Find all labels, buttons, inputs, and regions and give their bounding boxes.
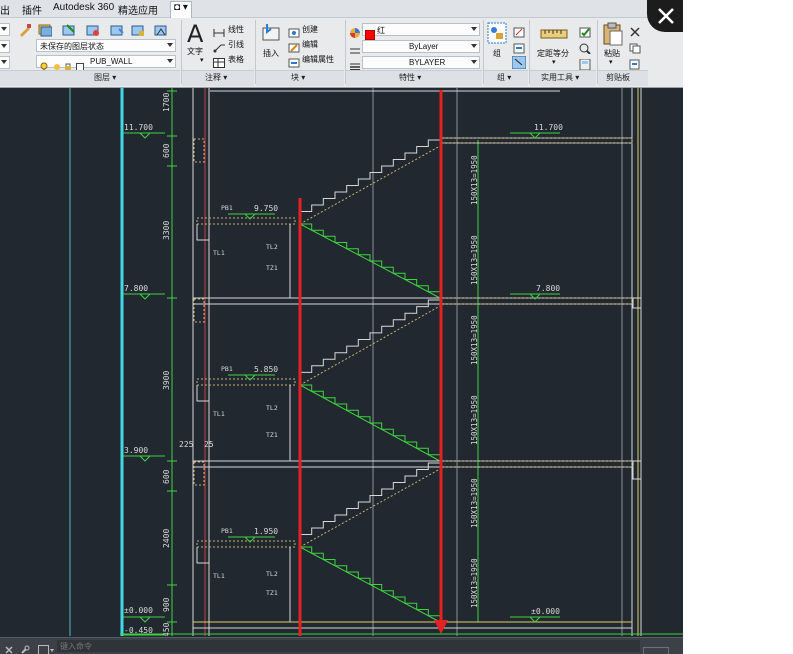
insert-label[interactable]: 插入 (263, 48, 279, 59)
flight-dim-6: 150X13=1950 (470, 558, 479, 608)
tab-autodesk360[interactable]: Autodesk 360 (53, 2, 114, 13)
annotation-panel-title[interactable]: 注释 ▾ (205, 72, 227, 83)
elev-11700-left: 11.700 (124, 123, 153, 132)
measure-icon[interactable] (540, 24, 568, 48)
dim-3300: 3300 (162, 221, 171, 240)
ribbon-tabs: 出 插件 Autodesk 360 精选应用 ◘ ▾ (0, 0, 683, 18)
ribbon: 出 插件 Autodesk 360 精选应用 ◘ ▾ 未保存的图层状态 PUB_… (0, 0, 683, 88)
layers-panel-bar (0, 70, 180, 86)
page-background (683, 0, 793, 654)
elev-3900: 3.900 (124, 446, 148, 455)
layer-tool-combo[interactable] (0, 23, 10, 36)
paste-icon[interactable] (602, 22, 624, 50)
table-label[interactable]: 表格 (228, 54, 244, 65)
create-label[interactable]: 创建 (302, 24, 318, 35)
linetype-select[interactable]: ByLayer (362, 40, 480, 60)
properties-panel-title[interactable]: 特性 ▾ (399, 72, 421, 83)
lineweight-value: BYLAYER (409, 58, 446, 67)
current-layer-select[interactable]: PUB_WALL (36, 55, 176, 72)
color-value: 红 (377, 26, 385, 35)
linear-dimension-label[interactable]: 线性 (228, 24, 244, 35)
lineweight-select[interactable]: BYLAYER (362, 56, 480, 76)
leader-label[interactable]: 引线 (228, 39, 244, 50)
flight-dim-2: 150X13=1950 (470, 235, 479, 285)
label-tl1-2: TL1 (213, 410, 225, 418)
linetype-value: ByLayer (409, 42, 439, 51)
label-tz1-2: TZ1 (266, 431, 278, 439)
layer-tool-combo-3[interactable] (0, 56, 10, 69)
recent-commands-icon[interactable] (38, 640, 54, 654)
tab-output[interactable]: 出 (0, 2, 10, 17)
tab-plugins[interactable]: 插件 (22, 2, 42, 17)
autocad-window: 出 插件 Autodesk 360 精选应用 ◘ ▾ 未保存的图层状态 PUB_… (0, 0, 683, 654)
command-line (0, 637, 683, 654)
layer-state-select[interactable]: 未保存的图层状态 (36, 39, 176, 52)
drawing-canvas[interactable]: 1700 600 3300 3900 600 2400 900 450 11.7… (0, 88, 683, 636)
flight-dim-5: 150X13=1950 (470, 478, 479, 528)
utilities-panel-title[interactable]: 实用工具 ▾ (541, 72, 579, 83)
paste-dropdown-arrow[interactable]: ▾ (609, 58, 613, 66)
dim-3900: 3900 (162, 371, 171, 390)
flight-dim-1: 150X13=1950 (470, 155, 479, 205)
dim-900: 900 (162, 597, 171, 612)
elev-7800-left: 7.800 (124, 284, 148, 293)
elev-neg: -0.450 (124, 626, 153, 635)
command-input[interactable] (57, 640, 640, 652)
svg-text:A: A (187, 20, 204, 46)
flight-dim-4: 150X13=1950 (470, 395, 479, 445)
elev-0-left: ±0.000 (124, 606, 153, 615)
edit-label[interactable]: 编辑 (302, 39, 318, 50)
color-select[interactable]: 红 (362, 23, 480, 41)
label-tz1-1: TZ1 (266, 264, 278, 272)
layer-tool-combo-2[interactable] (0, 40, 10, 53)
close-commandline-icon[interactable] (4, 640, 14, 654)
close-button[interactable] (647, 0, 683, 32)
elev-9750: 9.750 (254, 204, 278, 213)
elev-11700-right: 11.700 (534, 123, 563, 132)
dim-600: 600 (162, 143, 171, 158)
elev-0-right: ±0.000 (531, 607, 560, 616)
commandline-scroll-icon[interactable] (643, 641, 669, 654)
match-layer-icon[interactable] (18, 22, 32, 41)
measure-dropdown-arrow[interactable]: ▾ (552, 58, 556, 66)
label-pb1-1: PB1 (221, 204, 233, 212)
dim-25: 25 (204, 440, 214, 449)
edit-attributes-label[interactable]: 编辑属性 (302, 54, 334, 65)
label-pb1-2: PB1 (221, 365, 233, 373)
dim-2400: 2400 (162, 529, 171, 548)
block-panel-title[interactable]: 块 ▾ (291, 72, 305, 83)
groups-panel-title[interactable]: 组 ▾ (497, 72, 511, 83)
layer-state-value: 未保存的图层状态 (40, 42, 104, 51)
dim-1700: 1700 (162, 93, 171, 112)
label-pb1-3: PB1 (221, 527, 233, 535)
group-icon[interactable] (487, 22, 507, 48)
tab-featured-apps[interactable]: 精选应用 (118, 2, 158, 17)
insert-block-icon[interactable] (261, 22, 283, 48)
flight-dim-3: 150X13=1950 (470, 315, 479, 365)
label-tl1-3: TL1 (213, 572, 225, 580)
label-tl2-3: TL2 (266, 570, 278, 578)
label-tl2-1: TL2 (266, 243, 278, 251)
clipboard-panel-title[interactable]: 剪贴板 (606, 72, 630, 83)
label-tl1-1: TL1 (213, 249, 225, 257)
elev-1950: 1.950 (254, 527, 278, 536)
text-dropdown-arrow[interactable]: ▾ (200, 56, 204, 64)
close-icon (658, 8, 674, 24)
group-label[interactable]: 组 (493, 48, 501, 59)
elev-7800-right: 7.800 (536, 284, 560, 293)
current-layer-value: PUB_WALL (90, 57, 133, 66)
tab-options-dropdown[interactable]: ◘ ▾ (170, 1, 192, 18)
dim-225: 225 (179, 440, 194, 449)
layers-panel-title[interactable]: 图层 ▾ (94, 72, 116, 83)
label-tz1-3: TZ1 (266, 589, 278, 597)
wrench-icon[interactable] (20, 640, 30, 654)
dim-600b: 600 (162, 469, 171, 484)
label-tl2-2: TL2 (266, 404, 278, 412)
elev-5850: 5.850 (254, 365, 278, 374)
dim-450: 450 (162, 622, 171, 636)
